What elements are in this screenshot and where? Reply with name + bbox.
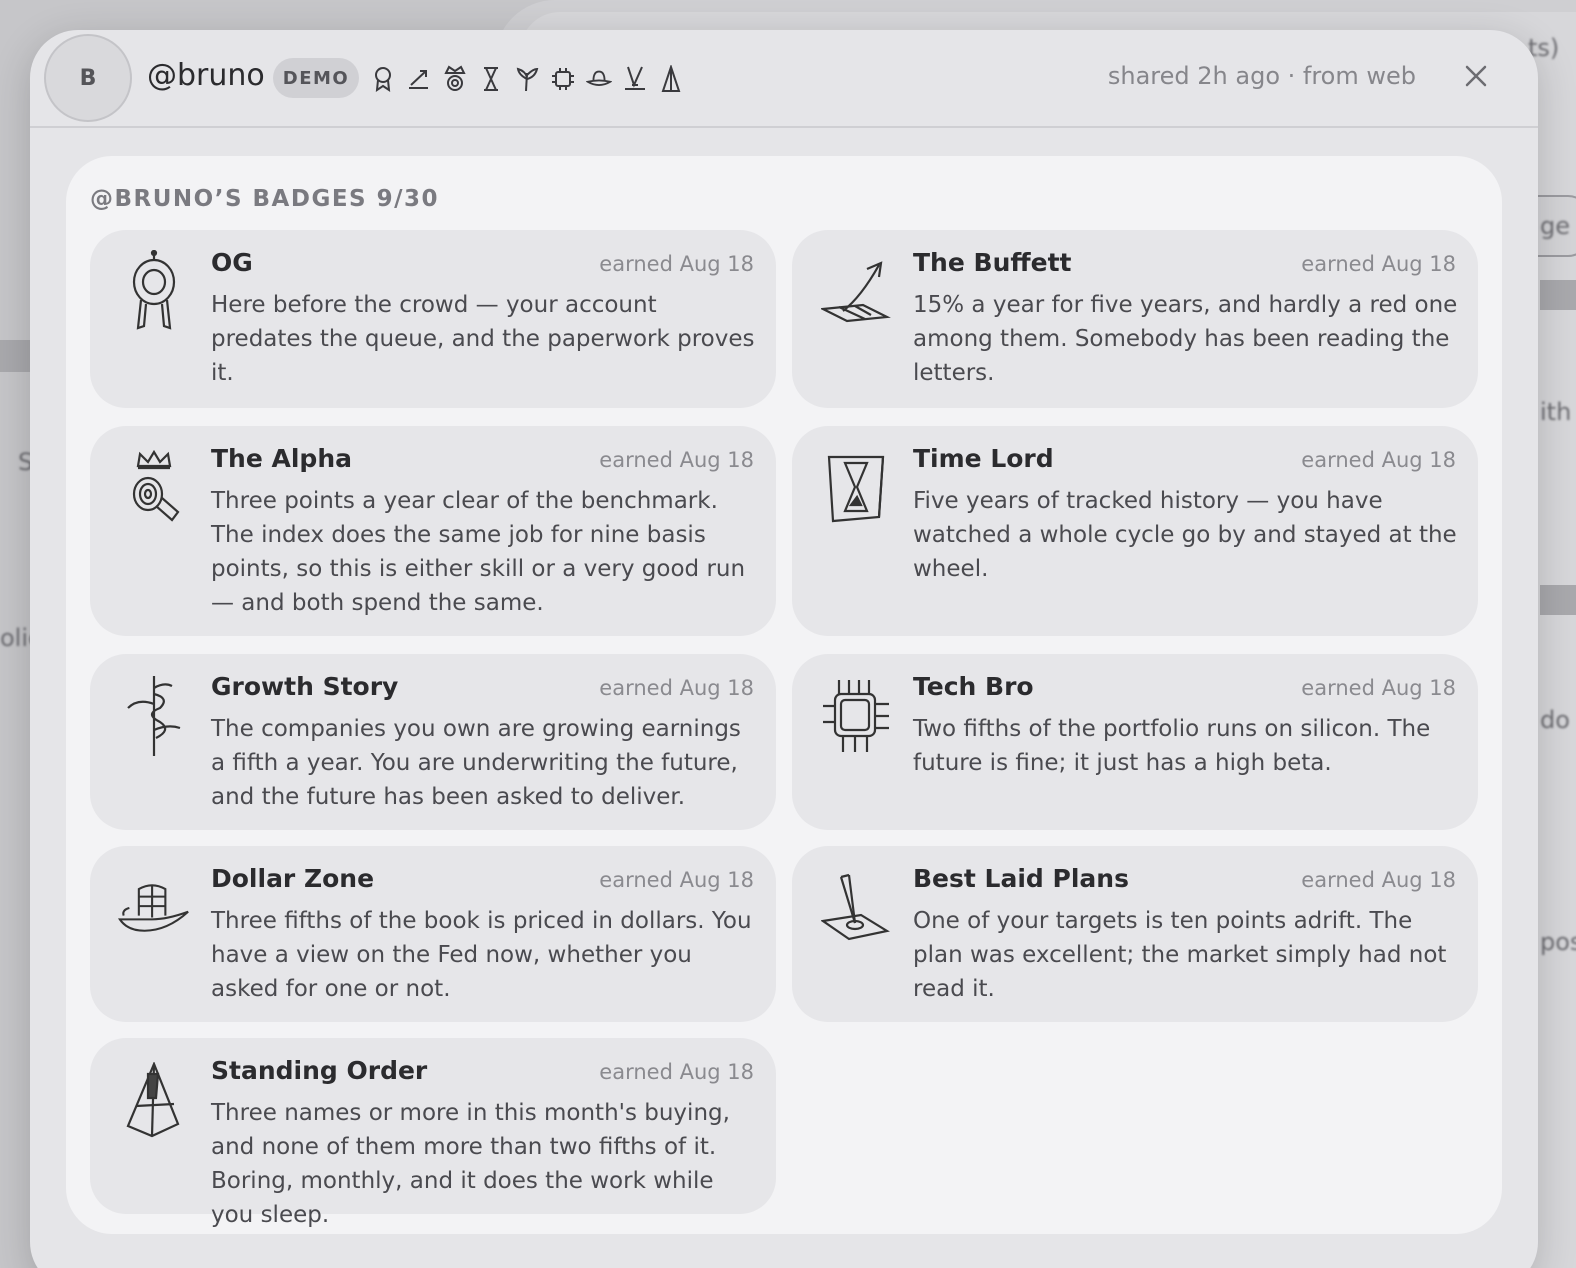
background-text: ge <box>1540 212 1570 240</box>
badges-panel: @BRUNO’S BADGES 9/30 OG earned Aug 18 He… <box>66 156 1502 1234</box>
hourglass-icon[interactable] <box>478 64 504 94</box>
chart-up-icon[interactable] <box>406 64 432 94</box>
badge-icon-row <box>370 64 684 94</box>
badge-card[interactable]: Best Laid Plans earned Aug 18 One of you… <box>792 846 1478 1022</box>
hourglass-icon <box>820 446 892 530</box>
badge-card[interactable]: The Alpha earned Aug 18 Three points a y… <box>90 426 776 636</box>
badge-title: Dollar Zone <box>211 864 375 893</box>
badge-description: Two fifths of the portfolio runs on sili… <box>913 716 1431 776</box>
badges-title: @BRUNO’S BADGES 9/30 <box>90 186 440 212</box>
hat-icon[interactable] <box>586 64 612 94</box>
badge-title: Best Laid Plans <box>913 864 1129 893</box>
badge-description: One of your targets is ten points adrift… <box>913 908 1447 1002</box>
badge-description: Three points a year clear of the benchma… <box>211 488 746 616</box>
share-meta: shared 2h ago · from web <box>1107 62 1416 90</box>
badge-earned-date: earned Aug 18 <box>599 868 754 892</box>
plan-icon[interactable] <box>622 64 648 94</box>
badge-card[interactable]: OG earned Aug 18 Here before the crowd —… <box>90 230 776 408</box>
chip-icon[interactable] <box>550 64 576 94</box>
badge-description: The companies you own are growing earnin… <box>211 716 741 810</box>
badge-earned-date: earned Aug 18 <box>599 252 754 276</box>
badge-title: The Alpha <box>211 444 352 473</box>
badge-earned-date: earned Aug 18 <box>599 448 754 472</box>
medal-icon <box>118 250 190 334</box>
pyramid-icon <box>118 1058 190 1142</box>
sprout-icon[interactable] <box>514 64 540 94</box>
badge-description: Here before the crowd — your account pre… <box>211 292 755 386</box>
ribbon-icon[interactable] <box>370 64 396 94</box>
close-button[interactable] <box>1460 60 1492 92</box>
badge-description: Three fifths of the book is priced in do… <box>211 908 752 1002</box>
blueprint-icon <box>820 866 892 950</box>
badge-description: Three names or more in this month's buyi… <box>211 1100 730 1228</box>
pyramid-icon[interactable] <box>658 64 684 94</box>
demo-badge: DEMO <box>273 58 359 98</box>
badge-earned-date: earned Aug 18 <box>599 1060 754 1084</box>
badge-card[interactable]: Dollar Zone earned Aug 18 Three fifths o… <box>90 846 776 1022</box>
badge-card[interactable]: Time Lord earned Aug 18 Five years of tr… <box>792 426 1478 636</box>
crown-coil-icon <box>118 446 190 530</box>
badge-card[interactable]: Standing Order earned Aug 18 Three names… <box>90 1038 776 1228</box>
badge-title: OG <box>211 248 253 277</box>
background-strip <box>1540 585 1576 615</box>
badge-card[interactable]: The Buffett earned Aug 18 15% a year for… <box>792 230 1478 408</box>
cowboy-hat-icon <box>118 866 190 950</box>
close-icon <box>1465 65 1487 87</box>
background-strip <box>1540 280 1576 310</box>
badge-title: Growth Story <box>211 672 399 701</box>
modal-header: B @bruno DEMO shared 2h ago · from web <box>30 30 1538 128</box>
background-text: do <box>1540 706 1570 734</box>
username[interactable]: @bruno <box>147 58 265 93</box>
background-text: post <box>1540 928 1576 956</box>
badge-earned-date: earned Aug 18 <box>1301 252 1456 276</box>
badge-title: Time Lord <box>913 444 1054 473</box>
badge-earned-date: earned Aug 18 <box>599 676 754 700</box>
badge-earned-date: earned Aug 18 <box>1301 448 1456 472</box>
crown-icon[interactable] <box>442 64 468 94</box>
sprout-icon <box>118 674 190 758</box>
chart-arrow-icon <box>820 250 892 334</box>
badge-earned-date: earned Aug 18 <box>1301 868 1456 892</box>
badge-card[interactable]: Growth Story earned Aug 18 The companies… <box>90 654 776 830</box>
badge-card[interactable]: Tech Bro earned Aug 18 Two fifths of the… <box>792 654 1478 830</box>
avatar[interactable]: B <box>44 34 132 122</box>
badge-title: Tech Bro <box>913 672 1034 701</box>
badge-title: Standing Order <box>211 1056 428 1085</box>
profile-share-modal: B @bruno DEMO shared 2h ago · from web @… <box>30 30 1538 1268</box>
badge-description: Five years of tracked history — you have… <box>913 488 1457 582</box>
badge-description: 15% a year for five years, and hardly a … <box>913 292 1458 386</box>
background-strip <box>0 340 30 372</box>
badge-earned-date: earned Aug 18 <box>1301 676 1456 700</box>
background-text: ith <box>1540 398 1572 426</box>
chip-icon <box>820 674 892 758</box>
badge-title: The Buffett <box>913 248 1072 277</box>
